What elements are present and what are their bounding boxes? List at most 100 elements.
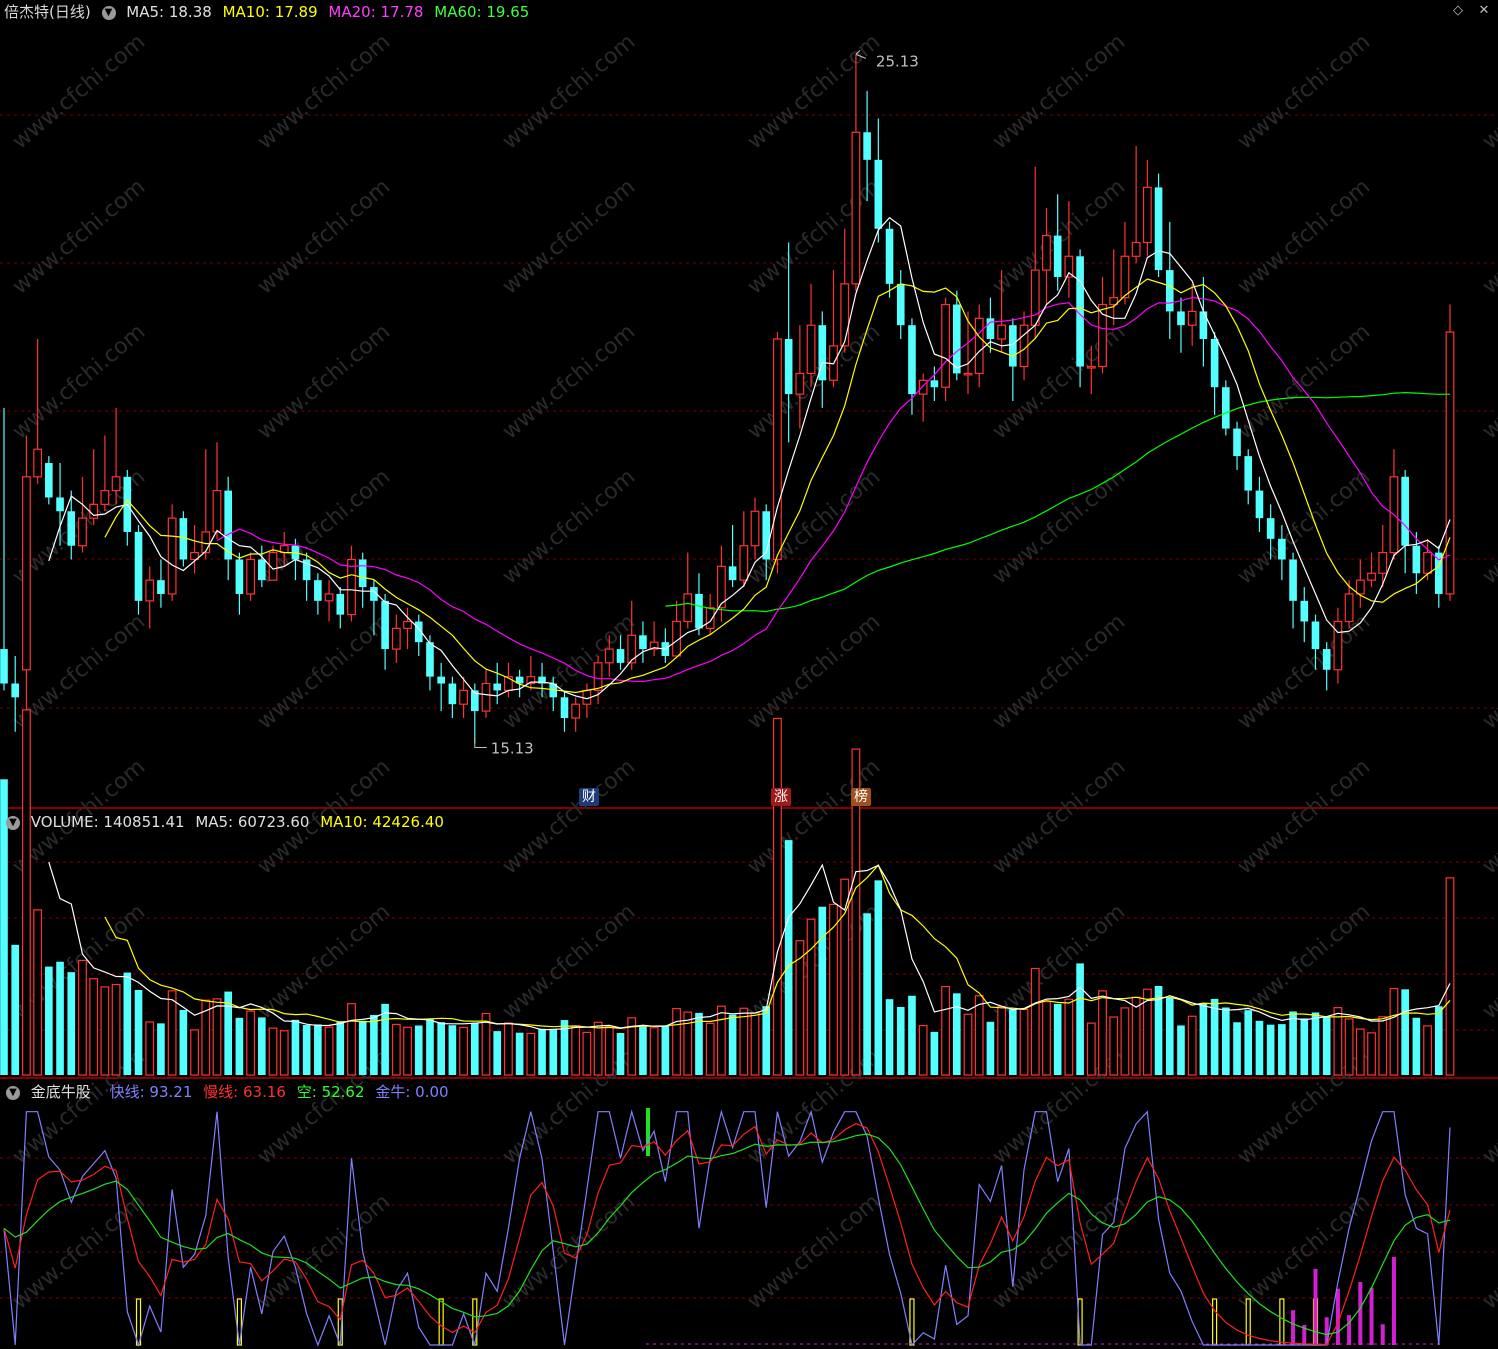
candle-body-down	[930, 380, 939, 388]
volume-bar-down	[179, 1009, 188, 1075]
volume-bar-down	[1300, 1018, 1309, 1075]
volume-bar-down	[952, 993, 961, 1075]
watermark-text: www.cfchi.com	[1233, 754, 1375, 879]
candle-body-down	[1300, 600, 1309, 622]
volume-bar-down	[437, 1022, 445, 1075]
candle-body-up	[1086, 365, 1096, 369]
low-arrow	[474, 737, 487, 748]
candle-body-down	[336, 593, 345, 615]
volume-bar-down	[11, 944, 20, 1075]
event-tag-ranking[interactable]: 榜	[851, 788, 871, 806]
candle-body-down	[358, 559, 367, 588]
magenta-signal-bar	[1335, 1288, 1340, 1345]
magenta-signal-bar	[1380, 1324, 1385, 1345]
stock-title[interactable]: 倍杰特(日线)	[4, 3, 91, 21]
indicator-panel-header: ▼ 金底牛股 快线: 93.21 慢线: 63.16 空: 52.62 金牛: …	[2, 1081, 455, 1103]
bull-signal-bar	[1212, 1298, 1218, 1346]
volume-bar-down	[45, 966, 53, 1075]
candle-body-down	[493, 683, 502, 691]
volume-bar-up	[1389, 987, 1399, 1076]
volume-bar-up	[111, 983, 121, 1076]
watermark-text: www.cfchi.com	[988, 29, 1130, 154]
volume-bar-up	[212, 998, 222, 1076]
watermark-text: www.cfchi.com	[498, 174, 640, 299]
volume-panel-header: ▼ VOLUME: 140851.41 MA5: 60723.60 MA10: …	[2, 811, 450, 833]
watermark-text: www.cfchi.com	[1478, 29, 1498, 154]
candle-body-up	[89, 503, 99, 519]
volume-bar-down	[728, 1014, 737, 1075]
ma5-label: MA5: 18.38	[126, 3, 212, 21]
candle-body-up	[391, 627, 401, 650]
volume-bar-down	[1401, 989, 1409, 1075]
candle-body-up	[1142, 186, 1152, 244]
watermark-text: www.cfchi.com	[1478, 754, 1498, 879]
candle-body-up	[851, 131, 861, 285]
candle-body-down	[1322, 649, 1331, 670]
fast-line-label: 快线:	[109, 1083, 145, 1101]
magenta-signal-bar	[1291, 1310, 1296, 1345]
volume-bar-up	[593, 1021, 603, 1076]
diamond-icon[interactable]: ◇	[1450, 3, 1466, 19]
volume-bar-up	[33, 909, 43, 1076]
candle-body-down	[1009, 325, 1017, 367]
volume-bar-up	[806, 918, 816, 1076]
candle-body-down	[134, 531, 143, 601]
volume-bar-down	[1199, 1002, 1208, 1075]
candle-body-down	[952, 304, 961, 374]
volume-bar-down	[134, 989, 143, 1075]
volume-bar-down	[549, 1029, 558, 1075]
candle-body-up	[22, 476, 31, 671]
price-high-label: 25.13	[876, 52, 919, 70]
volume-bar-up	[1120, 1007, 1130, 1076]
volume-label: VOLUME: 140851.41	[30, 813, 185, 831]
volume-bar-up	[716, 1005, 726, 1076]
volume-bar-down	[302, 1025, 311, 1075]
volume-bar-down	[235, 1017, 244, 1075]
volume-bar-down	[863, 913, 871, 1075]
candle-body-down	[1255, 490, 1264, 519]
candle-body-up	[739, 545, 749, 581]
volume-bar-down	[885, 999, 894, 1075]
volume-bar-up	[739, 1007, 749, 1076]
candle-body-down	[874, 159, 883, 229]
volume-bar-up	[459, 1026, 468, 1076]
candle-body-down	[1154, 187, 1163, 271]
event-tag-finance[interactable]: 财	[579, 788, 599, 806]
watermark-text: www.cfchi.com	[498, 754, 640, 879]
chart-canvas: www.cfchi.com www.cfchi.com www.cfchi.com w…	[0, 29, 1498, 1348]
volume-bar-up	[1064, 998, 1074, 1076]
indicator-name[interactable]: 金底牛股	[31, 1083, 91, 1101]
event-tag-limit-up[interactable]: 涨	[771, 788, 791, 806]
candle-body-up	[1042, 235, 1051, 271]
candle-body-up	[212, 489, 222, 533]
candle-body-up	[683, 593, 693, 623]
volume-bar-up	[100, 986, 110, 1076]
candle-body-up	[403, 620, 412, 630]
watermark-text: www.cfchi.com	[1478, 1044, 1498, 1169]
watermark-text: www.cfchi.com	[1478, 899, 1498, 1024]
watermark-text: www.cfchi.com	[743, 174, 885, 299]
volume-bar-up	[190, 1029, 199, 1076]
fast-line-value: 93.21	[149, 1083, 193, 1101]
volume-bar-down	[1222, 1007, 1230, 1075]
volume-bar-up	[1445, 877, 1455, 1076]
price-low-label: 15.13	[491, 739, 534, 757]
volume-bar-down	[538, 1028, 546, 1075]
volume-ma10-label: MA10: 42426.40	[320, 813, 444, 831]
candle-body-down	[1199, 311, 1208, 339]
empty-line-label: 空:	[296, 1083, 317, 1101]
candle-body-up	[100, 489, 110, 505]
chevron-down-icon[interactable]: ▼	[6, 1085, 20, 1100]
chevron-down-icon[interactable]: ▼	[101, 5, 116, 20]
volume-bar-up	[683, 1011, 693, 1076]
volume-bar-down	[1009, 1009, 1017, 1075]
chevron-down-icon[interactable]: ▼	[6, 815, 20, 830]
candle-body-up	[1120, 255, 1130, 299]
watermark-text: www.cfchi.com	[253, 174, 395, 299]
candle-body-down	[1053, 235, 1062, 277]
close-icon[interactable]: ✕	[1476, 3, 1492, 19]
candle-body-down	[1401, 476, 1409, 546]
candle-body-down	[639, 635, 647, 650]
watermark-text: www.cfchi.com	[498, 464, 640, 589]
bull-signal-bar	[1245, 1298, 1251, 1346]
